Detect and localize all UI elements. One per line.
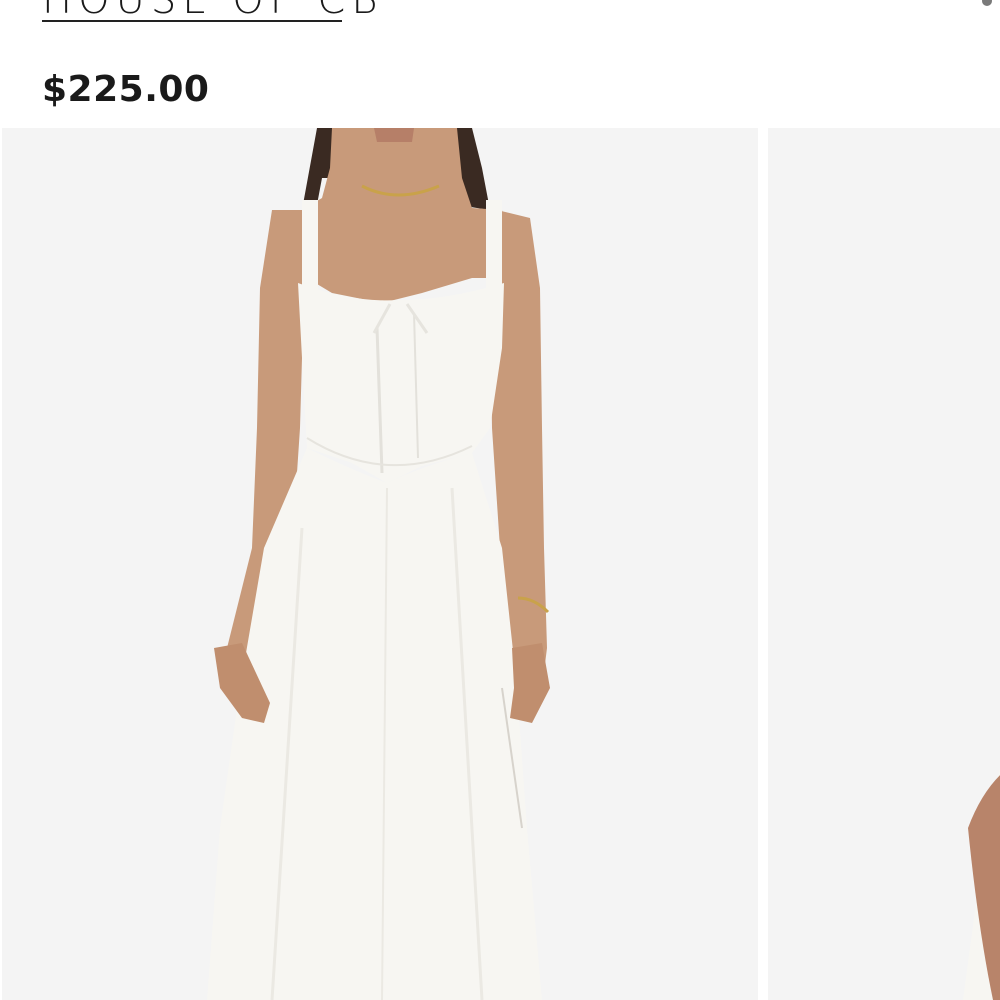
more-dots-icon[interactable] [982,0,992,6]
brand-underline [42,20,342,22]
product-photo-next [768,128,1000,1000]
gallery-slide-main[interactable] [2,128,758,1000]
product-price: $225.00 [42,69,210,110]
product-page: HOUSE OF CB $225.00 [0,0,1000,1000]
gallery-slide-next[interactable] [768,128,1000,1000]
image-gallery[interactable] [0,128,1000,1000]
product-photo-main [2,128,758,1000]
brand-link[interactable]: HOUSE OF CB [42,0,384,20]
